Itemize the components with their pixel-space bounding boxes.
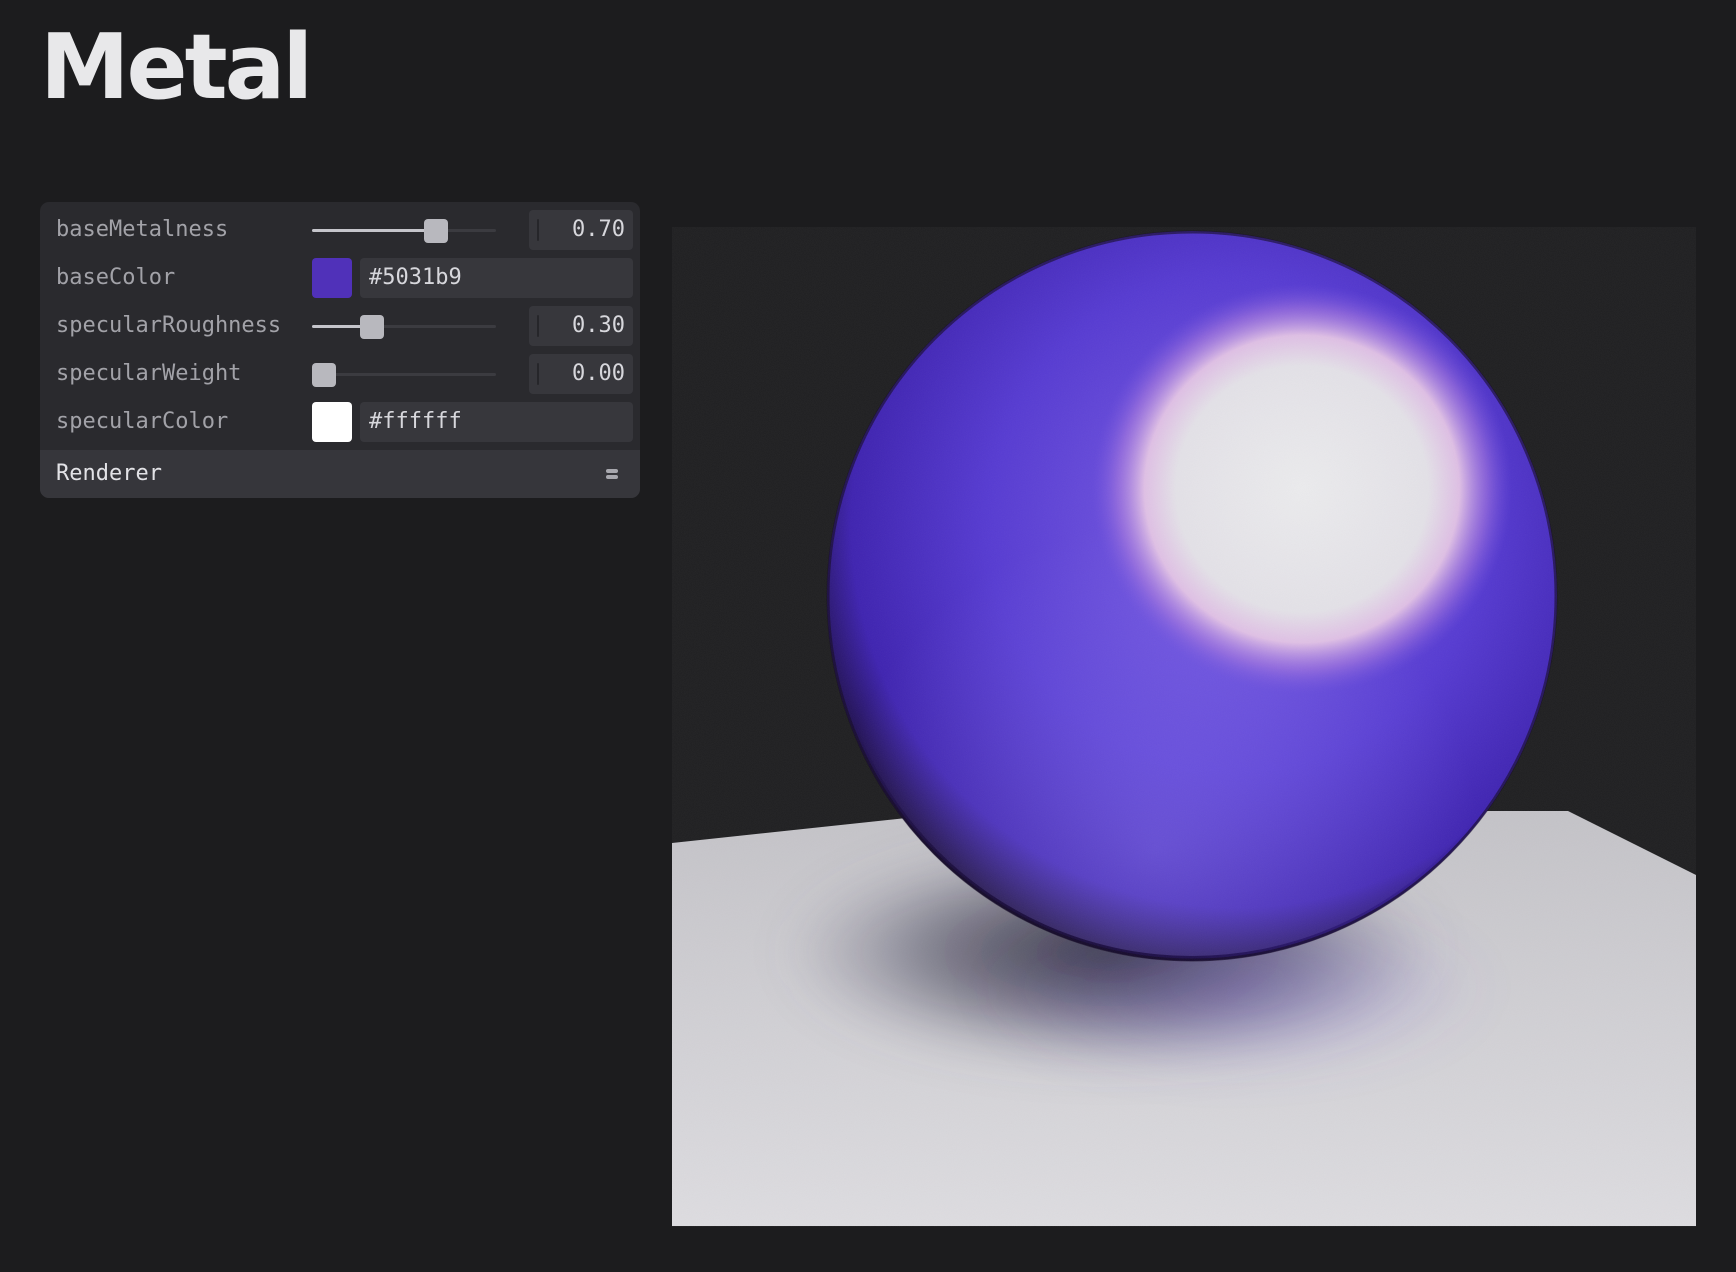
slider-handle[interactable]: [424, 219, 448, 243]
base-metalness-input[interactable]: 0.70: [529, 210, 633, 250]
render-viewport[interactable]: [672, 227, 1696, 1227]
slider-handle[interactable]: [312, 363, 336, 387]
slider-handle[interactable]: [360, 315, 384, 339]
base-metalness-slider[interactable]: [312, 210, 496, 250]
numeric-value: 0.30: [572, 313, 625, 338]
specular-weight-slider[interactable]: [312, 354, 496, 394]
specular-color-swatch[interactable]: [312, 402, 352, 442]
control-row-base-color: baseColor #5031b9: [40, 258, 640, 298]
base-color-input[interactable]: #5031b9: [360, 258, 633, 298]
control-row-base-metalness: baseMetalness 0.70: [40, 210, 640, 250]
specular-roughness-input[interactable]: 0.30: [529, 306, 633, 346]
control-label: specularColor: [56, 409, 229, 434]
control-label: specularWeight: [56, 361, 242, 386]
render-noise: [672, 227, 1696, 1227]
numeric-value: 0.70: [572, 217, 625, 242]
control-label: specularRoughness: [56, 313, 282, 338]
hex-value: #ffffff: [369, 409, 462, 434]
drag-handle-icon: [537, 219, 539, 241]
render-canvas: [672, 227, 1696, 1227]
control-label: baseColor: [56, 265, 176, 290]
page-title: Metal: [40, 15, 313, 120]
drag-handle-icon: [537, 363, 539, 385]
renderer-folder-header[interactable]: Renderer: [40, 450, 640, 498]
specular-roughness-slider[interactable]: [312, 306, 496, 346]
folder-title: Renderer: [56, 461, 162, 486]
control-row-specular-roughness: specularRoughness 0.30: [40, 306, 640, 346]
hex-value: #5031b9: [369, 265, 462, 290]
specular-weight-input[interactable]: 0.00: [529, 354, 633, 394]
collapse-icon: [606, 450, 620, 498]
numeric-value: 0.00: [572, 361, 625, 386]
drag-handle-icon: [537, 315, 539, 337]
slider-track: [312, 373, 496, 376]
control-label: baseMetalness: [56, 217, 229, 242]
specular-color-input[interactable]: #ffffff: [360, 402, 633, 442]
controls-panel: baseMetalness 0.70 baseColor #5031b9 spe…: [40, 202, 640, 498]
base-color-swatch[interactable]: [312, 258, 352, 298]
control-row-specular-color: specularColor #ffffff: [40, 402, 640, 442]
control-row-specular-weight: specularWeight 0.00: [40, 354, 640, 394]
slider-fill: [312, 229, 436, 232]
